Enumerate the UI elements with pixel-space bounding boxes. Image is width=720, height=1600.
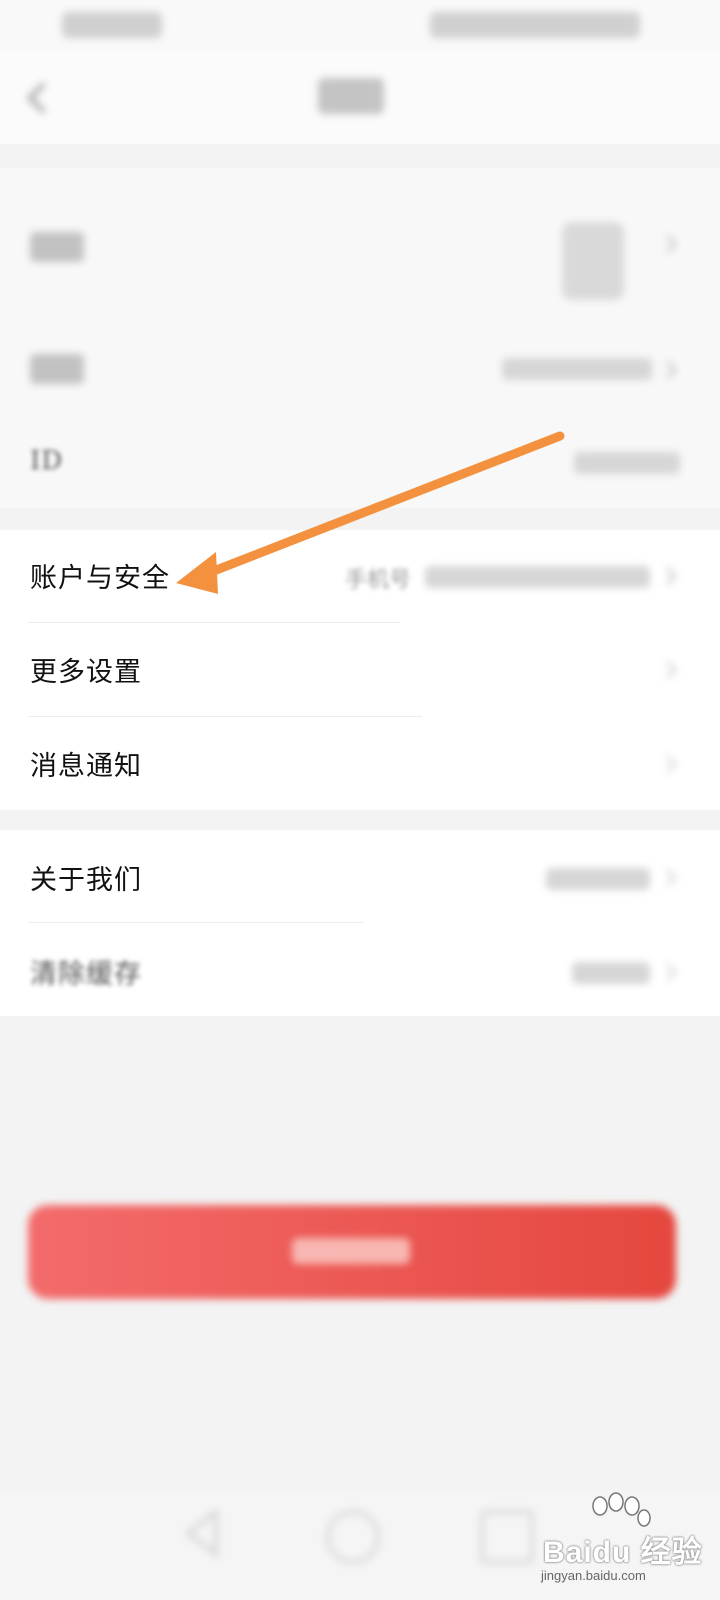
clear-cache-label: 清除缓存 <box>30 959 142 990</box>
clear-cache-value <box>572 962 650 984</box>
watermark-url: jingyan.baidu.com <box>541 1568 646 1583</box>
chevron-right-icon <box>666 661 677 679</box>
account-security-hint: 手机号 <box>345 568 412 593</box>
about-us-value <box>546 868 650 890</box>
about-us-label: 关于我们 <box>30 865 142 896</box>
nickname-label <box>30 354 84 384</box>
id-value <box>574 452 680 474</box>
divider <box>28 716 422 717</box>
nav-recent-icon[interactable] <box>480 1510 534 1564</box>
status-indicators <box>430 12 640 38</box>
avatar <box>562 222 624 300</box>
chevron-right-icon <box>666 963 677 981</box>
account-security-label: 账户与安全 <box>30 563 170 594</box>
watermark-text: Baidu 经验 <box>543 1536 703 1569</box>
account-security-hint-more <box>425 566 650 588</box>
divider <box>28 622 400 623</box>
chevron-right-icon <box>666 755 677 773</box>
chevron-right-icon <box>666 361 677 379</box>
divider <box>28 922 364 923</box>
nav-back-icon[interactable] <box>180 1508 224 1558</box>
chevron-right-icon <box>666 235 677 253</box>
page-title <box>318 78 384 114</box>
id-label: ID <box>30 446 64 476</box>
chevron-right-icon <box>666 869 677 887</box>
message-notify-label: 消息通知 <box>30 751 142 782</box>
more-settings-label: 更多设置 <box>30 657 142 688</box>
nav-home-icon[interactable] <box>326 1510 380 1564</box>
nickname-value <box>502 358 652 380</box>
chevron-right-icon <box>666 567 677 585</box>
status-carrier <box>62 12 162 38</box>
avatar-label <box>30 232 84 262</box>
back-chevron-icon[interactable] <box>24 80 52 116</box>
status-bar <box>0 0 720 52</box>
logout-button-label <box>292 1238 410 1264</box>
